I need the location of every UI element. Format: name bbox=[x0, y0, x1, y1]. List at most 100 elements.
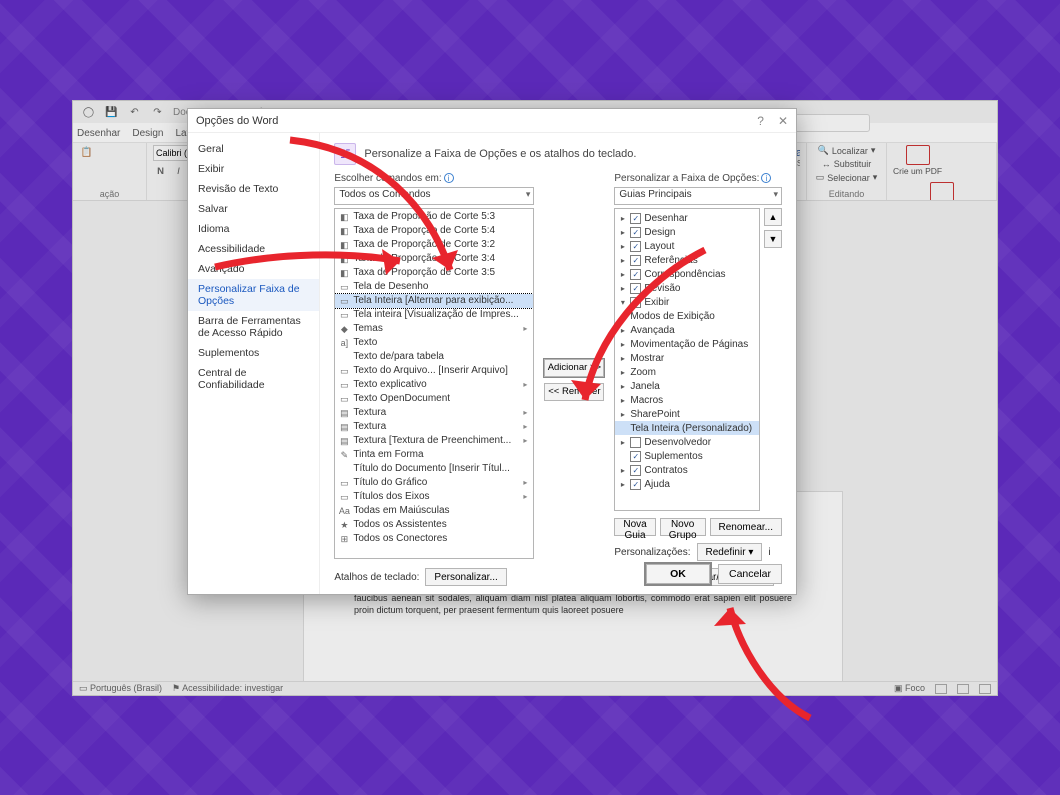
commands-listbox[interactable]: ◧Taxa de Proporção de Corte 5:3◧Taxa de … bbox=[334, 208, 534, 559]
tree-node[interactable]: ▸Zoom bbox=[615, 365, 759, 379]
checkbox-icon[interactable] bbox=[630, 269, 641, 280]
save-icon[interactable]: 💾 bbox=[104, 105, 119, 120]
caret-icon[interactable]: ▸ bbox=[618, 368, 627, 377]
tree-node[interactable]: ▸Contratos bbox=[615, 463, 759, 477]
kb-customize-button[interactable]: Personalizar... bbox=[425, 568, 506, 586]
command-item[interactable]: AaTodas em Maiúsculas bbox=[335, 504, 533, 518]
new-tab-button[interactable]: Nova Guia bbox=[614, 518, 655, 536]
tree-node[interactable]: ▸Mostrar bbox=[615, 351, 759, 365]
command-item[interactable]: ▭Texto do Arquivo... [Inserir Arquivo] bbox=[335, 364, 533, 378]
tab-desenhar[interactable]: Desenhar bbox=[77, 128, 120, 142]
checkbox-icon[interactable] bbox=[630, 213, 641, 224]
command-item[interactable]: Título do Documento [Inserir Títul... bbox=[335, 462, 533, 476]
command-item[interactable]: ⊞Todos os Conectores bbox=[335, 532, 533, 546]
choose-commands-combo[interactable]: Todos os Comandos bbox=[334, 187, 534, 205]
caret-icon[interactable]: ▸ bbox=[618, 480, 627, 489]
tree-node[interactable]: ▸Referências bbox=[615, 253, 759, 267]
tree-node[interactable]: ▸Modos de Exibição bbox=[615, 309, 759, 323]
italic-icon[interactable]: I bbox=[171, 164, 186, 179]
command-item[interactable]: ◧Taxa de Proporção de Corte 5:4 bbox=[335, 224, 533, 238]
nav-acessibilidade[interactable]: Acessibilidade bbox=[188, 239, 319, 259]
tree-node[interactable]: ▸Desenvolvedor bbox=[615, 435, 759, 449]
replace-button[interactable]: ↔ Substituir bbox=[822, 159, 872, 169]
help-icon[interactable]: ? bbox=[757, 114, 764, 128]
checkbox-icon[interactable] bbox=[630, 297, 641, 308]
nav-idioma[interactable]: Idioma bbox=[188, 219, 319, 239]
command-item[interactable]: ◧Taxa de Proporção de Corte 3:5 bbox=[335, 266, 533, 280]
nav-geral[interactable]: Geral bbox=[188, 139, 319, 159]
tree-node[interactable]: ▸SharePoint bbox=[615, 407, 759, 421]
tree-node[interactable]: ▸Macros bbox=[615, 393, 759, 407]
close-icon[interactable]: ✕ bbox=[778, 114, 788, 128]
tree-node[interactable]: ▸Avançada bbox=[615, 323, 759, 337]
command-item[interactable]: ▤Textura▸ bbox=[335, 420, 533, 434]
tree-node[interactable]: ▸Janela bbox=[615, 379, 759, 393]
command-item[interactable]: ▭Tela inteira [Visualização de Impres... bbox=[335, 308, 533, 322]
rename-button[interactable]: Renomear... bbox=[710, 518, 782, 536]
command-item[interactable]: ◆Temas▸ bbox=[335, 322, 533, 336]
checkbox-icon[interactable] bbox=[630, 479, 641, 490]
caret-icon[interactable]: ▸ bbox=[618, 284, 627, 293]
paste-icon[interactable]: 📋 bbox=[79, 145, 94, 160]
nav-barra-de-ferramentas-de-acesso-r-pido[interactable]: Barra de Ferramentas de Acesso Rápido bbox=[188, 311, 319, 343]
undo-icon[interactable]: ↶ bbox=[127, 105, 142, 120]
ok-button[interactable]: OK bbox=[646, 564, 710, 584]
tree-node[interactable]: ▾Exibir bbox=[615, 295, 759, 309]
nav-exibir[interactable]: Exibir bbox=[188, 159, 319, 179]
new-group-button[interactable]: Novo Grupo bbox=[660, 518, 706, 536]
info-icon[interactable]: i bbox=[761, 173, 771, 183]
info-icon[interactable]: i bbox=[768, 547, 770, 558]
command-item[interactable]: ✎Tinta em Forma bbox=[335, 448, 533, 462]
nav-suplementos[interactable]: Suplementos bbox=[188, 343, 319, 363]
caret-icon[interactable]: ▸ bbox=[618, 228, 627, 237]
nav-central-de-confiabilidade[interactable]: Central de Confiabilidade bbox=[188, 363, 319, 395]
checkbox-icon[interactable] bbox=[630, 465, 641, 476]
focus-mode-button[interactable]: ▣ Foco bbox=[894, 683, 925, 694]
reset-button[interactable]: Redefinir ▾ bbox=[697, 543, 763, 561]
nav-revis-o-de-texto[interactable]: Revisão de Texto bbox=[188, 179, 319, 199]
view-web-icon[interactable] bbox=[979, 684, 991, 694]
caret-icon[interactable]: ▾ bbox=[618, 298, 627, 307]
tree-node[interactable]: ▸Design bbox=[615, 225, 759, 239]
create-pdf-button[interactable]: Crie um PDF bbox=[893, 145, 942, 176]
caret-icon[interactable]: ▸ bbox=[618, 410, 627, 419]
info-icon[interactable]: i bbox=[444, 173, 454, 183]
command-item[interactable]: ▭Tela de Desenho bbox=[335, 280, 533, 294]
checkbox-icon[interactable] bbox=[630, 451, 641, 462]
caret-icon[interactable]: ▸ bbox=[618, 340, 627, 349]
move-up-button[interactable]: ▲ bbox=[764, 208, 782, 226]
tree-node[interactable]: ▸Correspondências bbox=[615, 267, 759, 281]
language-status[interactable]: ▭ Português (Brasil) bbox=[79, 683, 162, 694]
redo-icon[interactable]: ↷ bbox=[150, 105, 165, 120]
tree-node[interactable]: ▸Ajuda bbox=[615, 477, 759, 491]
tree-node[interactable]: ▸Movimentação de Páginas bbox=[615, 337, 759, 351]
autosave-toggle[interactable]: ◯ bbox=[81, 105, 96, 120]
caret-icon[interactable]: ▸ bbox=[618, 242, 627, 251]
caret-icon[interactable]: ▸ bbox=[618, 438, 627, 447]
checkbox-icon[interactable] bbox=[630, 241, 641, 252]
checkbox-icon[interactable] bbox=[630, 227, 641, 238]
find-button[interactable]: 🔍 Localizar ▾ bbox=[818, 145, 876, 156]
nav-avan-ado[interactable]: Avançado bbox=[188, 259, 319, 279]
command-item[interactable]: ▭Título do Gráfico▸ bbox=[335, 476, 533, 490]
bold-icon[interactable]: N bbox=[153, 164, 168, 179]
cancel-button[interactable]: Cancelar bbox=[718, 564, 782, 584]
command-item[interactable]: ▭Títulos dos Eixos▸ bbox=[335, 490, 533, 504]
caret-icon[interactable]: ▸ bbox=[618, 396, 627, 405]
caret-icon[interactable]: ▸ bbox=[618, 382, 627, 391]
command-item[interactable]: ▭Texto explicativo▸ bbox=[335, 378, 533, 392]
command-item[interactable]: Texto de/para tabela bbox=[335, 350, 533, 364]
ribbon-tree[interactable]: ▸Desenhar▸Design▸Layout▸Referências▸Corr… bbox=[614, 208, 760, 511]
command-item[interactable]: ◧Taxa de Proporção de Corte 5:3 bbox=[335, 210, 533, 224]
command-item[interactable]: ◧Taxa de Proporção de Corte 3:4 bbox=[335, 252, 533, 266]
tree-node[interactable]: Suplementos bbox=[615, 449, 759, 463]
tree-node[interactable]: ▸Revisão bbox=[615, 281, 759, 295]
caret-icon[interactable]: ▸ bbox=[618, 214, 627, 223]
tree-node[interactable]: Tela Inteira (Personalizado) bbox=[615, 421, 759, 435]
command-item[interactable]: ◧Taxa de Proporção de Corte 3:2 bbox=[335, 238, 533, 252]
caret-icon[interactable]: ▸ bbox=[618, 312, 627, 321]
view-print-icon[interactable] bbox=[957, 684, 969, 694]
command-item[interactable]: ▤Textura▸ bbox=[335, 406, 533, 420]
accessibility-status[interactable]: ⚑ Acessibilidade: investigar bbox=[172, 683, 283, 694]
tree-node[interactable]: ▸Layout bbox=[615, 239, 759, 253]
